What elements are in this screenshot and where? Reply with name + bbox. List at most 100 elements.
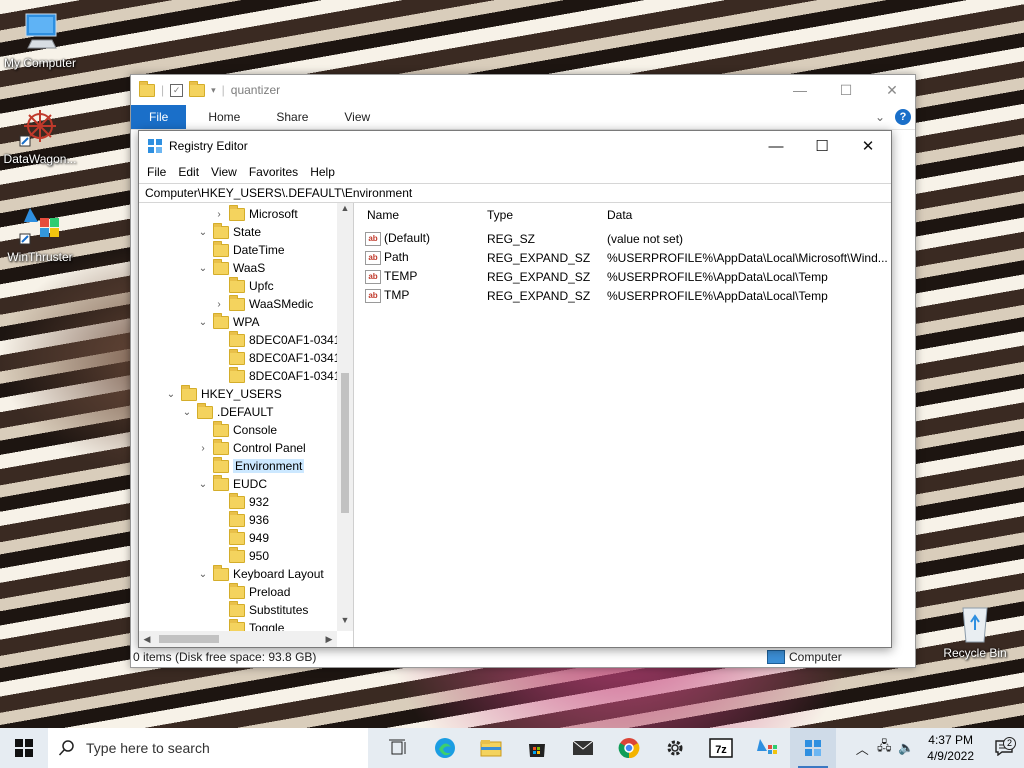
clock[interactable]: 4:37 PM 4/9/2022: [917, 732, 984, 764]
volume-icon[interactable]: 🔈: [895, 740, 917, 756]
tree-node[interactable]: Substitutes: [213, 600, 308, 619]
menu-favorites[interactable]: Favorites: [243, 165, 304, 179]
taskbar-file-explorer[interactable]: [468, 728, 514, 768]
action-center-button[interactable]: 2: [984, 737, 1024, 756]
tree-node[interactable]: › WaaSMedic: [213, 294, 313, 313]
folder-icon: [229, 528, 245, 545]
tree-node[interactable]: 932: [213, 492, 270, 511]
help-icon[interactable]: ?: [895, 109, 911, 125]
tree-node[interactable]: 950: [213, 546, 269, 565]
value-row[interactable]: ab Path REG_EXPAND_SZ %USERPROFILE%\AppDa…: [359, 248, 891, 267]
tab-share[interactable]: Share: [258, 105, 326, 129]
tree-node[interactable]: Preload: [213, 582, 290, 601]
scroll-up-icon[interactable]: ▲: [337, 203, 353, 219]
explorer-titlebar[interactable]: | ✓ ▾ | quantizer — ☐ ✕: [131, 75, 915, 105]
scroll-left-icon[interactable]: ◀: [139, 631, 155, 647]
checkbox-icon[interactable]: ✓: [170, 83, 184, 97]
menu-edit[interactable]: Edit: [172, 165, 205, 179]
start-button[interactable]: [0, 728, 48, 768]
values-list[interactable]: Name Type Data ab (Default) REG_SZ (value…: [359, 203, 891, 647]
value-row[interactable]: ab TEMP REG_EXPAND_SZ %USERPROFILE%\AppDa…: [359, 267, 891, 286]
minimize-button[interactable]: —: [753, 131, 799, 161]
chevron-down-icon[interactable]: ⌄: [197, 227, 209, 238]
taskbar-7zip[interactable]: 7z: [698, 728, 744, 768]
tree-node[interactable]: ⌄ EUDC: [197, 474, 267, 493]
tab-view[interactable]: View: [326, 105, 388, 129]
taskbar-search[interactable]: Type here to search: [48, 728, 368, 768]
close-button[interactable]: ✕: [869, 75, 915, 105]
tree-node[interactable]: 8DEC0AF1-0341-4: [213, 348, 351, 367]
taskbar-winthruster[interactable]: [744, 728, 790, 768]
chevron-down-icon[interactable]: ⌄: [197, 569, 209, 580]
task-view-button[interactable]: [376, 728, 422, 768]
desktop-icon-datawagon[interactable]: DataWagon...: [0, 106, 80, 166]
tree-node[interactable]: 8DEC0AF1-0341-4: [213, 330, 351, 349]
taskbar-mail[interactable]: [560, 728, 606, 768]
chevron-right-icon[interactable]: ›: [213, 209, 225, 220]
tree-node[interactable]: DateTime: [197, 240, 285, 259]
scroll-right-icon[interactable]: ▶: [321, 631, 337, 647]
tree-node-label: State: [233, 225, 262, 239]
registry-editor-window[interactable]: Registry Editor — ☐ ✕ File Edit View Fav…: [138, 130, 892, 648]
taskbar-settings[interactable]: [652, 728, 698, 768]
address-bar[interactable]: Computer\HKEY_USERS\.DEFAULT\Environment: [139, 183, 891, 203]
scrollbar-thumb[interactable]: [159, 635, 219, 643]
taskbar-store[interactable]: [514, 728, 560, 768]
chevron-down-icon[interactable]: ⌄: [181, 407, 193, 418]
tree-node[interactable]: Environment: [197, 456, 305, 475]
tree-node[interactable]: › Control Panel: [197, 438, 306, 457]
regedit-titlebar[interactable]: Registry Editor — ☐ ✕: [139, 131, 891, 161]
dropdown-icon[interactable]: ▾: [211, 85, 216, 96]
tree-node[interactable]: Console: [197, 420, 277, 439]
value-row[interactable]: ab (Default) REG_SZ (value not set): [359, 229, 891, 248]
network-icon[interactable]: 🖧: [873, 737, 895, 759]
tree-node-label: Upfc: [249, 279, 274, 293]
chevron-up-icon[interactable]: ︿: [851, 739, 873, 758]
tree-node[interactable]: ⌄ HKEY_USERS: [165, 384, 282, 403]
chevron-down-icon[interactable]: ⌄: [875, 110, 885, 124]
close-button[interactable]: ✕: [845, 131, 891, 161]
value-row[interactable]: ab TMP REG_EXPAND_SZ %USERPROFILE%\AppDat…: [359, 286, 891, 305]
maximize-button[interactable]: ☐: [823, 75, 869, 105]
tree-horizontal-scrollbar[interactable]: ◀ ▶: [139, 631, 337, 647]
desktop-icon-my-computer[interactable]: My Computer: [0, 10, 80, 70]
chevron-right-icon[interactable]: ›: [197, 443, 209, 454]
chevron-down-icon[interactable]: ⌄: [197, 317, 209, 328]
taskbar-registry-editor[interactable]: [790, 728, 836, 768]
column-header-type[interactable]: Type: [487, 208, 513, 222]
tree-vertical-scrollbar[interactable]: ▲ ▼: [337, 203, 353, 631]
tab-file[interactable]: File: [131, 105, 187, 129]
chevron-right-icon[interactable]: ›: [213, 299, 225, 310]
tree-node[interactable]: 949: [213, 528, 269, 547]
chevron-down-icon[interactable]: ⌄: [197, 479, 209, 490]
tree-node[interactable]: ⌄ State: [197, 222, 262, 241]
tree-node[interactable]: 8DEC0AF1-0341-4: [213, 366, 351, 385]
tree-node-label: 932: [249, 495, 270, 509]
menu-file[interactable]: File: [141, 165, 172, 179]
key-tree[interactable]: Toggle Substitutes Preload ⌄ Keyboard Layout…: [139, 203, 354, 647]
chevron-down-icon[interactable]: ⌄: [165, 389, 177, 400]
scrollbar-thumb[interactable]: [341, 373, 349, 513]
tree-node[interactable]: 936: [213, 510, 269, 529]
taskbar-chrome[interactable]: [606, 728, 652, 768]
maximize-button[interactable]: ☐: [799, 131, 845, 161]
chevron-down-icon[interactable]: ⌄: [197, 263, 209, 274]
tree-node[interactable]: Upfc: [213, 276, 274, 295]
tree-node[interactable]: ⌄ Keyboard Layout: [197, 564, 324, 583]
menu-help[interactable]: Help: [304, 165, 341, 179]
taskbar-edge[interactable]: [422, 728, 468, 768]
scroll-down-icon[interactable]: ▼: [337, 615, 353, 631]
desktop-icon-winthruster[interactable]: WinThruster: [0, 204, 80, 264]
desktop-icon-recycle-bin[interactable]: Recycle Bin: [935, 600, 1015, 660]
tree-node[interactable]: ⌄ WaaS: [197, 258, 265, 277]
new-folder-icon[interactable]: [189, 80, 206, 97]
minimize-button[interactable]: —: [777, 75, 823, 105]
tree-node[interactable]: ⌄ .DEFAULT: [181, 402, 273, 421]
tree-node[interactable]: › Microsoft: [213, 204, 298, 223]
ribbon-tabs: File Home Share View ⌄ ?: [131, 105, 915, 130]
tree-node[interactable]: ⌄ WPA: [197, 312, 259, 331]
column-header-data[interactable]: Data: [607, 208, 632, 222]
menu-view[interactable]: View: [205, 165, 243, 179]
tab-home[interactable]: Home: [190, 105, 258, 129]
column-header-name[interactable]: Name: [367, 208, 399, 222]
